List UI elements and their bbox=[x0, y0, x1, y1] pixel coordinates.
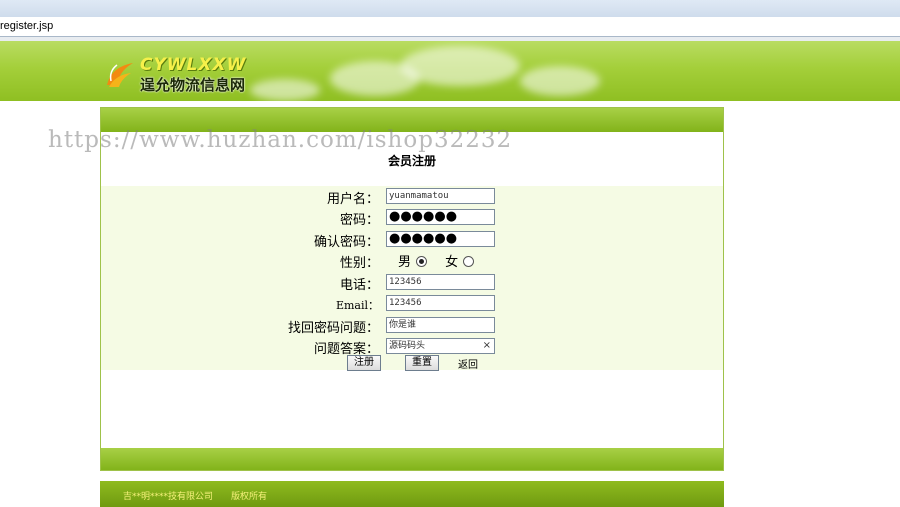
site-footer: 吉**明****技有限公司 版权所有 bbox=[100, 481, 724, 507]
username-label: 用户名： bbox=[326, 192, 379, 207]
gender-male-label: 男 bbox=[398, 255, 412, 270]
reset-button[interactable]: 重置 bbox=[405, 355, 439, 371]
form-row-phone: 电话： 123456 bbox=[101, 272, 723, 293]
security-answer-value[interactable]: 源码码头 bbox=[389, 341, 425, 351]
form-row-email: Email： 123456 bbox=[101, 293, 723, 314]
clear-icon[interactable]: × bbox=[483, 339, 491, 353]
footer-text: 吉**明****技有限公司 版权所有 bbox=[123, 489, 267, 502]
footer-company: 吉**明****技有限公司 bbox=[123, 492, 214, 502]
phone-label: 电话： bbox=[339, 278, 379, 293]
phone-input[interactable]: 123456 bbox=[386, 274, 495, 290]
logo-chinese: 逞允物流信息网 bbox=[140, 76, 246, 94]
register-button[interactable]: 注册 bbox=[347, 355, 381, 371]
form-row-gender: 性别： 男 女 bbox=[101, 250, 723, 271]
register-form: 用户名： yuanmamatou 密码： ●●●●●● 确认密码： ●●●●●●… bbox=[101, 186, 723, 371]
email-label: Email： bbox=[335, 299, 379, 312]
back-link[interactable]: 返回 bbox=[458, 356, 478, 371]
panel-bottom-bar bbox=[101, 448, 723, 470]
page-title: 会员注册 bbox=[387, 154, 436, 168]
confirm-password-label: 确认密码： bbox=[313, 235, 379, 250]
header-cloud bbox=[250, 79, 320, 101]
security-answer-field[interactable]: 源码码头 × bbox=[386, 338, 495, 354]
watermark: https://www.huzhan.com/ishop32232 bbox=[48, 127, 513, 153]
form-row-security-question: 找回密码问题： 你是谁 bbox=[101, 315, 723, 336]
logo-swoosh-icon bbox=[107, 63, 133, 87]
form-row-confirm-password: 确认密码： ●●●●●● bbox=[101, 229, 723, 250]
site-header: CYWLXXW 逞允物流信息网 bbox=[0, 41, 900, 101]
logo-english: CYWLXXW bbox=[140, 55, 247, 75]
form-row-actions: 注册 重置 返回 bbox=[101, 354, 723, 375]
register-panel: 会员注册 用户名： yuanmamatou 密码： ●●●●●● 确认密码： ●… bbox=[100, 107, 724, 471]
confirm-password-input[interactable]: ●●●●●● bbox=[386, 231, 495, 247]
password-input[interactable]: ●●●●●● bbox=[386, 209, 495, 225]
header-cloud bbox=[400, 46, 520, 86]
username-input[interactable]: yuanmamatou bbox=[386, 188, 495, 204]
gender-label: 性别： bbox=[339, 256, 379, 271]
password-label: 密码： bbox=[339, 213, 379, 228]
footer-copyright: 版权所有 bbox=[231, 492, 268, 502]
form-row-username: 用户名： yuanmamatou bbox=[101, 186, 723, 207]
address-bar-url[interactable]: register.jsp bbox=[0, 20, 53, 32]
security-question-label: 找回密码问题： bbox=[287, 321, 379, 336]
security-question-input[interactable]: 你是谁 bbox=[386, 317, 495, 333]
gender-male-radio[interactable] bbox=[416, 256, 428, 267]
gender-female-radio[interactable] bbox=[463, 256, 475, 267]
browser-tab-strip bbox=[0, 0, 900, 18]
gender-female-label: 女 bbox=[445, 255, 459, 270]
header-cloud bbox=[520, 66, 600, 96]
email-input[interactable]: 123456 bbox=[386, 295, 495, 311]
gender-group: 男 女 bbox=[398, 251, 478, 270]
address-bar[interactable]: register.jsp bbox=[0, 17, 900, 37]
form-row-password: 密码： ●●●●●● bbox=[101, 207, 723, 228]
